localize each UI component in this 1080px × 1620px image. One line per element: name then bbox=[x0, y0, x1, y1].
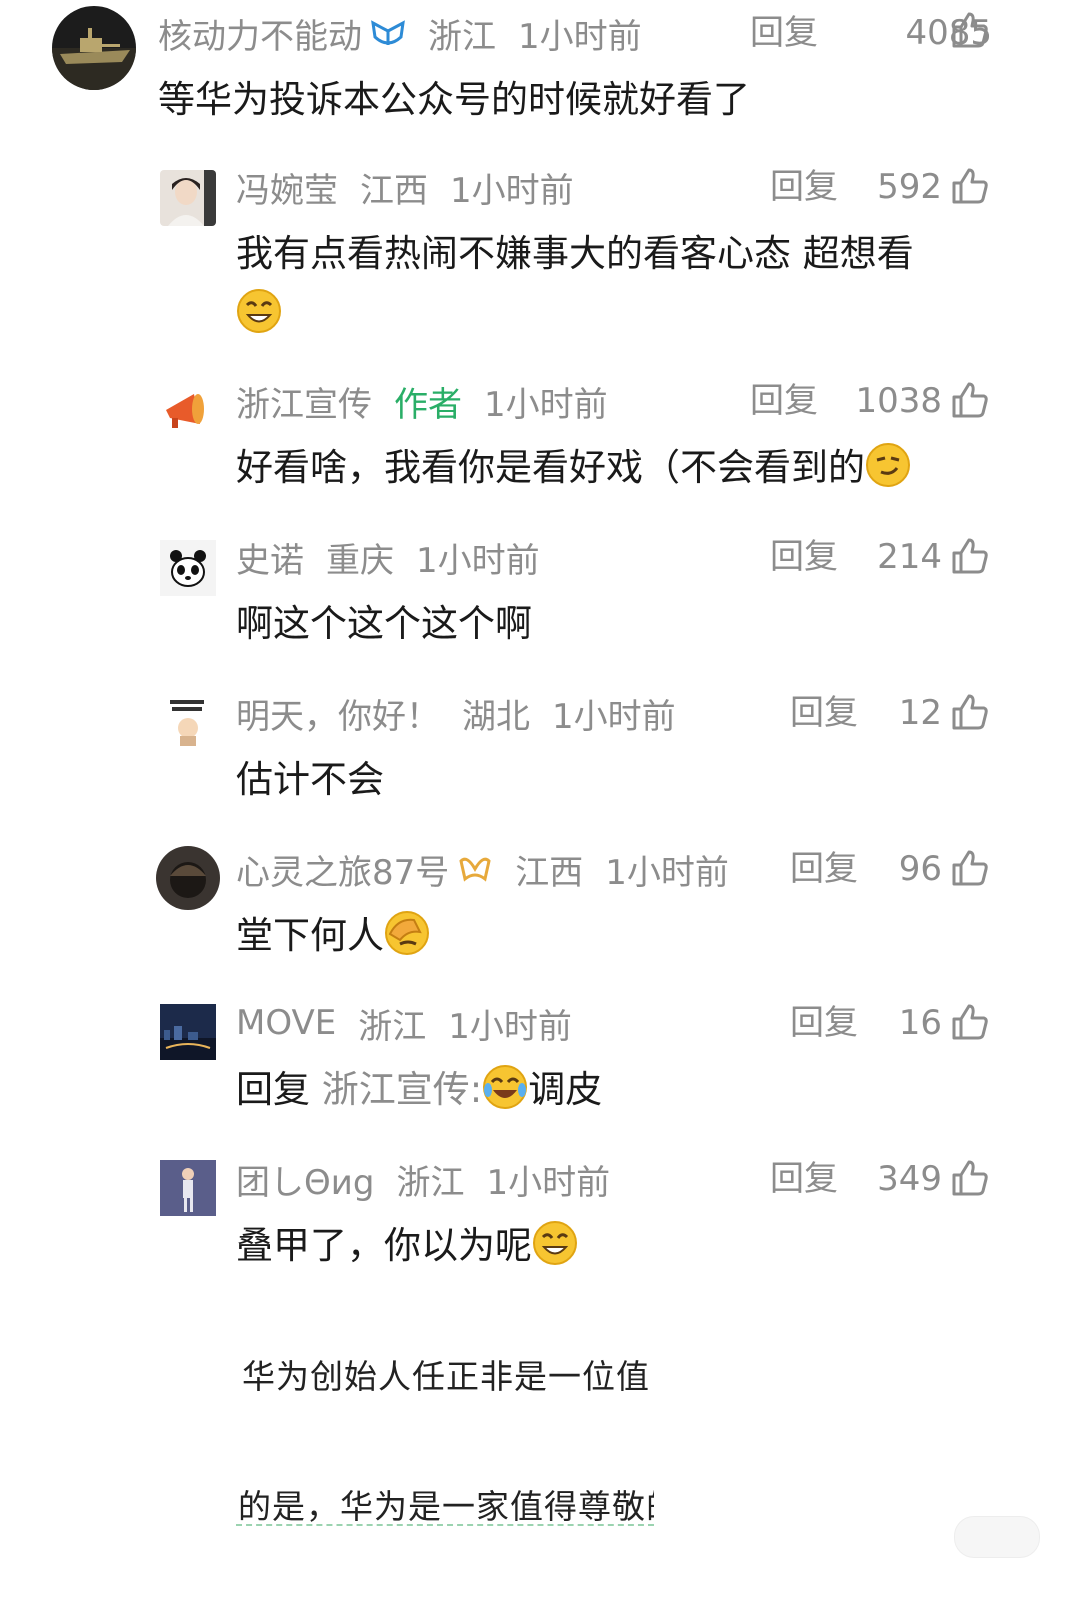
megaphone-avatar-image bbox=[160, 380, 216, 436]
like-count: 592 bbox=[877, 167, 942, 207]
comment-text: 等华为投诉本公众号的时候就好看了 bbox=[158, 78, 750, 121]
timestamp: 1小时前 bbox=[518, 16, 642, 57]
like-count: 1038 bbox=[855, 381, 942, 421]
grinning-emoji-icon bbox=[532, 1220, 578, 1266]
location: 江西 bbox=[360, 170, 428, 211]
comment-meta: MOVE 浙江 1小时前 bbox=[236, 998, 572, 1048]
reply-target[interactable]: 浙江宣传: bbox=[322, 1068, 482, 1111]
like-count: 214 bbox=[877, 537, 942, 577]
cartoon-avatar-image bbox=[160, 694, 216, 750]
location: 浙江 bbox=[396, 1162, 465, 1203]
username[interactable]: 团しΘиg bbox=[236, 1155, 374, 1204]
like-count: 12 bbox=[898, 693, 942, 733]
like-button[interactable]: 349 bbox=[877, 1154, 942, 1204]
tears-of-joy-emoji-icon bbox=[482, 1064, 528, 1110]
thumbs-up-icon[interactable] bbox=[950, 166, 990, 210]
comment-meta: 冯婉莹 江西 1小时前 bbox=[236, 162, 574, 212]
reply-button[interactable]: 回复 bbox=[790, 844, 858, 894]
article-text-line[interactable]: 的是，华为是一家值得尊敬的 bbox=[238, 1480, 654, 1528]
reply-button[interactable]: 回复 bbox=[770, 162, 838, 212]
timestamp: 1小时前 bbox=[450, 170, 574, 211]
timestamp: 1小时前 bbox=[448, 1006, 572, 1047]
username[interactable]: 明天，你好！ bbox=[236, 689, 440, 738]
avatar[interactable] bbox=[160, 380, 216, 436]
thumbs-up-icon[interactable] bbox=[950, 1158, 990, 1202]
reply-button[interactable]: 回复 bbox=[790, 998, 858, 1048]
comment-text: 堂下何人 bbox=[236, 908, 430, 964]
comment-meta: 核动力不能动 浙江 1小时前 bbox=[158, 8, 642, 58]
panda-avatar-image bbox=[160, 540, 216, 596]
thumbs-up-icon[interactable] bbox=[950, 10, 990, 54]
username[interactable]: 心灵之旅87号 bbox=[236, 845, 449, 894]
comment-text: 啊这个这个这个啊 bbox=[236, 602, 532, 645]
like-button[interactable]: 592 bbox=[877, 162, 942, 212]
username[interactable]: MOVE bbox=[236, 1003, 336, 1043]
comment-text: 好看啥，我看你是看好戏（不会看到的 bbox=[236, 440, 911, 496]
watermark bbox=[954, 1516, 1040, 1558]
thumbs-up-icon[interactable] bbox=[950, 692, 990, 736]
username[interactable]: 冯婉莹 bbox=[236, 163, 338, 212]
comment-text: 叠甲了，你以为呢 bbox=[236, 1218, 578, 1274]
like-button[interactable]: 16 bbox=[899, 998, 942, 1048]
location: 浙江 bbox=[358, 1006, 427, 1047]
comment-meta: 明天，你好！ 湖北 1小时前 bbox=[236, 688, 676, 738]
timestamp: 1小时前 bbox=[486, 1162, 611, 1203]
smirk-emoji-icon bbox=[865, 442, 911, 488]
avatar[interactable] bbox=[156, 846, 220, 910]
like-count: 96 bbox=[898, 849, 942, 889]
night-city-avatar-image bbox=[160, 1004, 216, 1060]
timestamp: 1小时前 bbox=[416, 540, 540, 581]
avatar[interactable] bbox=[160, 694, 216, 750]
warship-avatar-image bbox=[52, 6, 136, 90]
thumbs-up-icon[interactable] bbox=[950, 848, 990, 892]
comment-meta: 浙江宣传 作者 1小时前 bbox=[236, 376, 608, 426]
location: 重庆 bbox=[326, 540, 394, 581]
link-underline bbox=[236, 1524, 654, 1526]
comment-text: 我有点看热闹不嫌事大的看客心态 超想看 bbox=[236, 232, 914, 275]
avatar[interactable] bbox=[160, 540, 216, 596]
like-count: 349 bbox=[877, 1159, 942, 1199]
blue-verified-badge-icon bbox=[370, 17, 406, 49]
article-text-line: 华为创始人任正非是一位值 bbox=[242, 1357, 650, 1396]
username[interactable]: 核动力不能动 bbox=[158, 9, 362, 58]
grinning-emoji-icon bbox=[236, 288, 282, 334]
like-button[interactable]: 96 bbox=[899, 844, 942, 894]
thumbs-up-icon[interactable] bbox=[950, 380, 990, 424]
avatar[interactable] bbox=[160, 1160, 216, 1216]
comment-meta: 史诺 重庆 1小时前 bbox=[236, 532, 540, 582]
avatar[interactable] bbox=[160, 1004, 216, 1060]
reply-button[interactable]: 回复 bbox=[790, 688, 858, 738]
location: 浙江 bbox=[428, 16, 496, 57]
person-avatar-image bbox=[156, 846, 220, 910]
thumbs-up-icon[interactable] bbox=[950, 536, 990, 580]
comment-meta: 团しΘиg 浙江 1小时前 bbox=[236, 1154, 610, 1204]
like-button[interactable]: 12 bbox=[899, 688, 942, 738]
comment-text: 回复 浙江宣传: 调皮 bbox=[236, 1062, 602, 1118]
username[interactable]: 浙江宣传 bbox=[236, 377, 372, 426]
comment-text: 估计不会 bbox=[236, 758, 384, 801]
timestamp: 1小时前 bbox=[484, 384, 608, 425]
like-button[interactable]: 1038 bbox=[855, 376, 942, 426]
reply-button[interactable]: 回复 bbox=[750, 8, 818, 58]
comment-meta: 心灵之旅87号 江西 1小时前 bbox=[236, 844, 729, 894]
portrait-avatar-image bbox=[160, 170, 216, 226]
location: 湖北 bbox=[462, 696, 530, 737]
avatar[interactable] bbox=[52, 6, 136, 90]
avatar[interactable] bbox=[160, 170, 216, 226]
reply-button[interactable]: 回复 bbox=[770, 1154, 838, 1204]
timestamp: 1小时前 bbox=[552, 696, 676, 737]
facepalm-emoji-icon bbox=[384, 910, 430, 956]
timestamp: 1小时前 bbox=[605, 852, 729, 893]
username[interactable]: 史诺 bbox=[236, 533, 304, 582]
reply-button[interactable]: 回复 bbox=[750, 376, 818, 426]
author-tag: 作者 bbox=[394, 384, 462, 425]
like-button[interactable]: 214 bbox=[877, 532, 942, 582]
figure-avatar-image bbox=[160, 1160, 216, 1216]
like-count: 16 bbox=[898, 1003, 942, 1043]
location: 江西 bbox=[515, 852, 584, 893]
reply-prefix: 回复 bbox=[236, 1068, 310, 1111]
gold-verified-badge-icon bbox=[457, 853, 493, 885]
reply-button[interactable]: 回复 bbox=[770, 532, 838, 582]
thumbs-up-icon[interactable] bbox=[950, 1002, 990, 1046]
